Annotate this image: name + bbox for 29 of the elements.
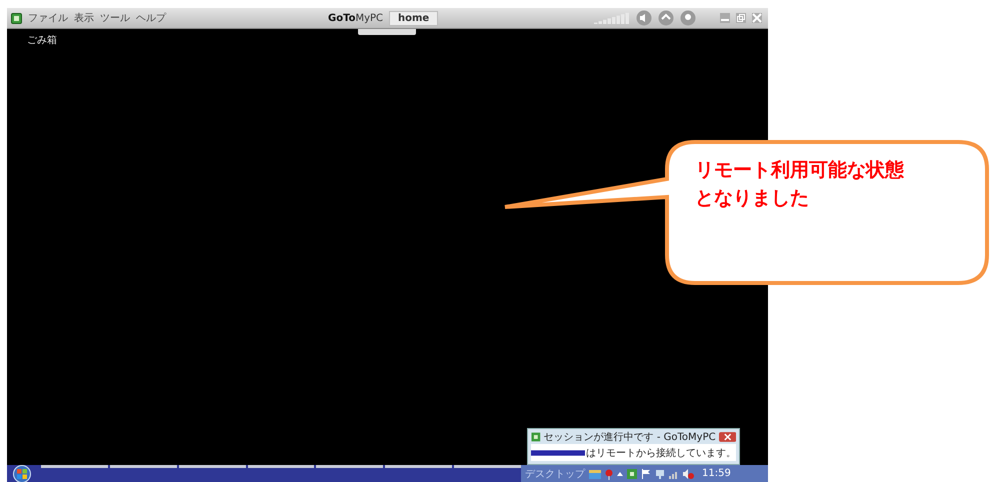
- up-arrow-icon[interactable]: [617, 470, 623, 476]
- menu-item[interactable]: 表示: [74, 11, 94, 25]
- callout-text: となりました: [695, 186, 809, 211]
- redaction-bar: [531, 450, 585, 456]
- clock: 11:59: [702, 468, 731, 479]
- toolbar-handle[interactable]: [358, 29, 416, 35]
- close-icon[interactable]: [752, 13, 762, 23]
- app-icon: [11, 12, 22, 24]
- speaker-icon[interactable]: [636, 10, 652, 26]
- app-icon: [531, 432, 541, 442]
- menu-item[interactable]: ファイル: [28, 11, 68, 25]
- restore-icon[interactable]: [736, 13, 746, 23]
- start-button[interactable]: [11, 464, 33, 482]
- callout-text: リモート利用可能な状態: [695, 158, 904, 183]
- menu-item[interactable]: ヘルプ: [136, 11, 166, 25]
- computer-name-tab[interactable]: home: [389, 10, 438, 26]
- close-icon[interactable]: [718, 432, 736, 442]
- menu-item[interactable]: ツール: [100, 11, 130, 25]
- pin-icon[interactable]: [605, 468, 613, 480]
- minimize-icon[interactable]: [720, 13, 730, 23]
- app-icon[interactable]: [627, 468, 637, 478]
- notification-message: はリモートから接続しています。: [586, 446, 736, 460]
- signal-icon: [594, 12, 630, 24]
- notification-title: セッションが進行中です - GoToMyPC: [544, 430, 716, 444]
- flag-icon[interactable]: [641, 468, 651, 478]
- folder-icon[interactable]: [589, 468, 601, 478]
- volume-muted-icon[interactable]: [683, 468, 694, 478]
- desktop-icon-label[interactable]: ごみ箱: [27, 33, 57, 47]
- logo: GoToMyPC: [328, 12, 384, 24]
